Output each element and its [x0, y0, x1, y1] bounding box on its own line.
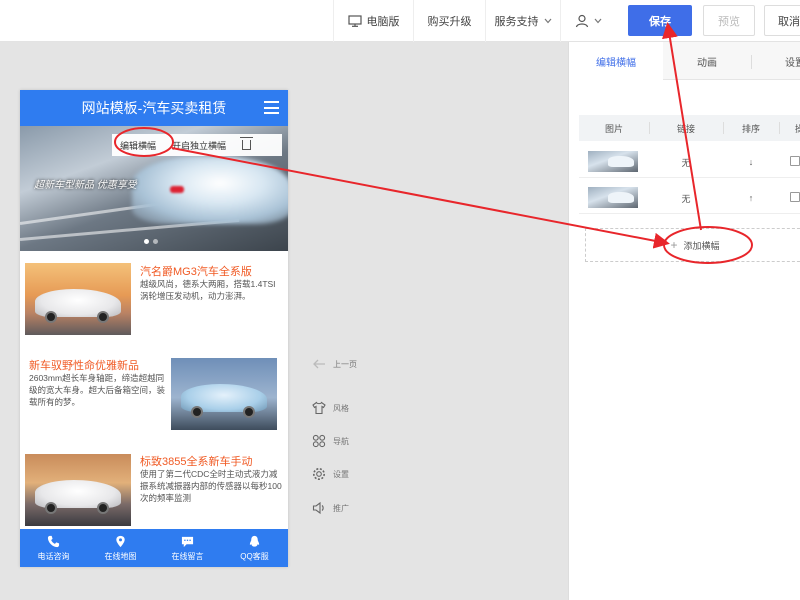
support-label: 服务支持: [494, 16, 539, 28]
slide-thumbnail: [588, 151, 638, 172]
user-menu[interactable]: [560, 0, 615, 42]
add-banner-button[interactable]: + 添加横幅: [585, 228, 800, 262]
list-item[interactable]: 新车驭野性命优雅新品 2603mm超长车身轴距，缔造超越同级的宽大车身。超大后备…: [20, 352, 288, 438]
nav-message[interactable]: 在线留言: [154, 529, 221, 567]
site-title: 网站模板-汽车买卖租赁: [81, 100, 227, 116]
edit-banner-button[interactable]: 编辑横幅: [112, 134, 164, 156]
add-banner-label: 添加横幅: [683, 240, 720, 251]
gear-icon: [313, 468, 325, 480]
promote-tool[interactable]: 推广: [312, 501, 349, 515]
article-title: 新车驭野性命优雅新品: [29, 360, 139, 372]
article-image: [25, 263, 131, 335]
edit-icon[interactable]: [790, 156, 800, 166]
monitor-icon: [347, 15, 362, 27]
mobile-bottom-nav: 电话咨询 在线地图 在线留言 QQ客服: [20, 529, 288, 567]
list-item[interactable]: 汽名爵MG3汽车全系版 越级风尚，德系大两厢，搭载1.4TSI涡轮增压发动机，动…: [20, 258, 288, 344]
article-desc: 使用了第二代CDC全时主动式液力减振系统减振器内部的传感器以每秒100次的频率监…: [140, 469, 282, 503]
phone-icon: [47, 535, 60, 547]
cancel-button[interactable]: 取消: [764, 5, 800, 36]
prev-page-label: 上一页: [333, 359, 357, 369]
support-menu[interactable]: 服务支持: [485, 0, 560, 42]
col-sort: 排序: [741, 123, 760, 134]
desktop-version-label: 电脑版: [366, 16, 400, 28]
col-link: 链接: [676, 123, 695, 134]
article-image: [25, 454, 131, 526]
tab-edit-banner[interactable]: 编辑横幅: [569, 42, 663, 81]
slide-link[interactable]: 无: [649, 182, 723, 214]
slide-thumbnail: [588, 187, 638, 208]
promote-label: 推广: [333, 503, 349, 513]
preview-button[interactable]: 预览: [703, 5, 755, 36]
settings-tool[interactable]: 设置: [312, 467, 349, 481]
banner-car-light: [170, 186, 184, 193]
banner-slogan: 超新车型新品 优惠享受: [34, 180, 137, 191]
banner-settings-panel: 编辑横幅 动画 设置 图片 链接 排序 操作 无 ↓ 无 ↑ + 添加横幅: [568, 42, 800, 600]
chevron-down-icon: [544, 18, 551, 24]
style-tool[interactable]: 风格: [312, 401, 349, 415]
table-row: 无 ↓: [579, 146, 800, 178]
edit-icon[interactable]: [790, 192, 800, 202]
nav-tool[interactable]: 导航: [312, 434, 349, 448]
list-item[interactable]: 标致3855全系新车手动 使用了第二代CDC全时主动式液力减振系统减振器内部的传…: [20, 448, 288, 534]
banner-car-image: [132, 156, 288, 224]
independent-banner-button[interactable]: 开启独立横幅: [164, 134, 234, 156]
plus-icon: +: [670, 238, 678, 252]
table-header: 图片 链接 排序 操作: [579, 115, 800, 141]
article-image: [171, 358, 277, 430]
prev-page-tool[interactable]: 上一页: [312, 357, 357, 371]
arrow-left-icon: [313, 359, 325, 369]
panel-tabs: 编辑横幅 动画 设置: [569, 42, 800, 81]
save-button[interactable]: 保存: [628, 5, 692, 36]
user-icon: [575, 14, 588, 28]
nav-label: 在线地图: [104, 551, 137, 561]
nav-qq[interactable]: QQ客服: [221, 529, 288, 567]
nav-map[interactable]: 在线地图: [87, 529, 154, 567]
top-toolbar: 电脑版 购买升级 服务支持 保存 预览 取消: [0, 0, 800, 42]
slide-link[interactable]: 无: [649, 146, 723, 178]
slider-dot[interactable]: [144, 239, 149, 244]
banner-edit-toolbar: 编辑横幅 开启独立横幅: [112, 134, 282, 156]
upgrade-label: 购买升级: [427, 16, 472, 28]
trash-icon[interactable]: [240, 137, 254, 150]
settings-label: 设置: [333, 469, 349, 479]
nav-label: QQ客服: [240, 551, 269, 561]
upgrade-button[interactable]: 购买升级: [413, 0, 485, 42]
col-action: 操作: [795, 123, 800, 134]
nav-tool-label: 导航: [333, 436, 349, 446]
table-row: 无 ↑: [579, 182, 800, 214]
tab-settings[interactable]: 设置: [759, 42, 800, 80]
slider-dots: [144, 239, 158, 244]
style-label: 风格: [333, 403, 349, 413]
menu-icon[interactable]: [264, 101, 279, 114]
article-desc: 2603mm超长车身轴距，缔造超越同级的宽大车身。超大后备箱空间，装载所有的梦。: [29, 373, 166, 407]
message-icon: [181, 536, 194, 547]
article-desc: 越级风尚，德系大两厢，搭载1.4TSI涡轮增压发动机，动力澎湃。: [140, 279, 276, 301]
sort-down-button[interactable]: ↓: [723, 146, 779, 178]
tab-animation[interactable]: 动画: [663, 42, 751, 80]
speaker-icon: [312, 501, 324, 515]
grid-icon: [312, 434, 326, 448]
mobile-header: 网站模板-汽车买卖租赁: [20, 90, 288, 126]
sort-up-button[interactable]: ↑: [723, 182, 779, 214]
shirt-icon: [312, 401, 326, 415]
article-title: 标致3855全系新车手动: [140, 456, 253, 468]
slider-dot[interactable]: [153, 239, 158, 244]
nav-label: 在线留言: [171, 551, 204, 561]
article-title: 汽名爵MG3汽车全系版: [140, 266, 252, 278]
qq-icon: [249, 535, 260, 547]
banner-slider[interactable]: 超新车型新品 优惠享受 编辑横幅 开启独立横幅: [20, 126, 288, 251]
chevron-down-icon: [594, 18, 601, 24]
mobile-preview: 网站模板-汽车买卖租赁 超新车型新品 优惠享受 编辑横幅 开启独立横幅 汽名爵M…: [20, 90, 288, 567]
desktop-version-button[interactable]: 电脑版: [333, 0, 413, 42]
col-image: 图片: [604, 123, 623, 134]
nav-label: 电话咨询: [37, 551, 70, 561]
map-pin-icon: [116, 535, 125, 547]
nav-phone[interactable]: 电话咨询: [20, 529, 87, 567]
